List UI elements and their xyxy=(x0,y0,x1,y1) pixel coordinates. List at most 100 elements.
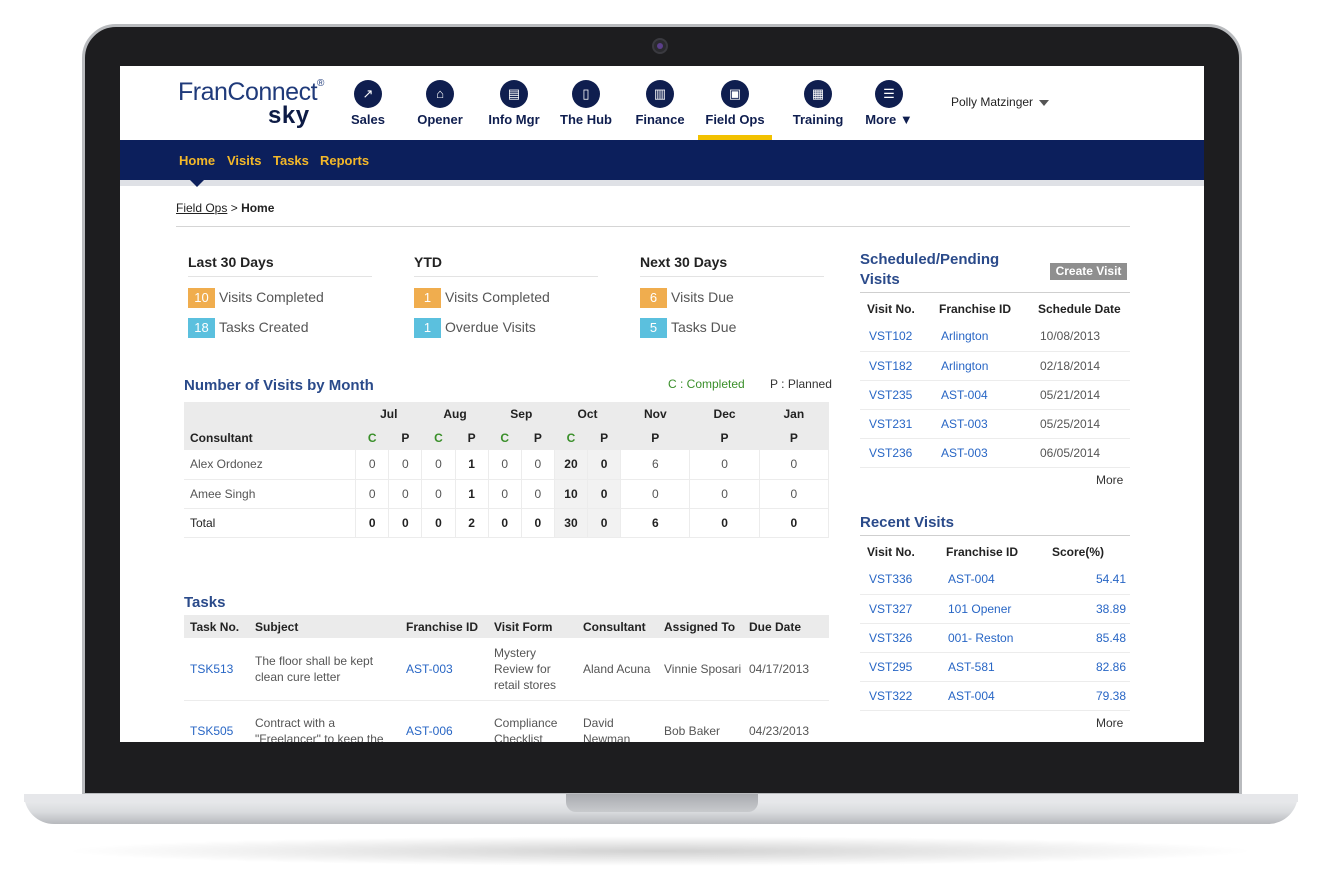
col-visit-no[interactable]: Visit No. xyxy=(860,539,939,565)
count-badge: 5 xyxy=(640,318,667,338)
col-task-no[interactable]: Task No. xyxy=(184,615,249,638)
visit-link[interactable]: VST182 xyxy=(869,359,912,373)
col-franchise-id[interactable]: Franchise ID xyxy=(939,539,1045,565)
col-consultant[interactable]: Consultant xyxy=(577,615,658,638)
table-row: Amee Singh 0 0 0 1 0 0 10 0 0 0 0 xyxy=(184,479,830,508)
visit-link[interactable]: VST231 xyxy=(869,417,912,431)
subnav-reports[interactable]: Reports xyxy=(320,153,369,168)
module-field-ops[interactable]: ▣ Field Ops xyxy=(698,80,772,141)
franchise-link[interactable]: 001- Reston xyxy=(948,631,1013,645)
cell: 0 xyxy=(587,479,622,508)
col-schedule-date[interactable]: Schedule Date xyxy=(1031,296,1130,322)
user-menu[interactable]: Polly Matzinger xyxy=(951,95,1050,109)
task-link[interactable]: TSK505 xyxy=(190,724,233,738)
summary-row[interactable]: 5 Tasks Due xyxy=(640,317,824,338)
franchise-link[interactable]: Arlington xyxy=(941,359,988,373)
legend-completed: C : Completed xyxy=(668,377,745,391)
col-assigned-to[interactable]: Assigned To xyxy=(658,615,743,638)
cell: 0 xyxy=(388,479,423,508)
summary-row[interactable]: 6 Visits Due xyxy=(640,287,824,308)
task-link[interactable]: TSK513 xyxy=(190,662,233,676)
visit-link[interactable]: VST295 xyxy=(869,660,912,674)
recent-more-link[interactable]: More xyxy=(1096,716,1123,730)
laptop-shadow xyxy=(60,836,1260,866)
summary-row[interactable]: 10 Visits Completed xyxy=(188,287,372,308)
module-more[interactable]: ☰ More ▼ xyxy=(864,80,914,138)
visits-legend: C : Completed P : Planned xyxy=(668,377,832,391)
subnav-tasks[interactable]: Tasks xyxy=(273,153,309,168)
subnav-home[interactable]: Home xyxy=(179,153,215,168)
scheduled-more-link[interactable]: More xyxy=(1096,473,1123,487)
chevron-down-icon xyxy=(1039,99,1050,106)
summary-row[interactable]: 1 Visits Completed xyxy=(414,287,598,308)
cell: 0 xyxy=(355,508,390,537)
col-due-date[interactable]: Due Date xyxy=(743,615,829,638)
franchise-link[interactable]: AST-003 xyxy=(406,662,453,676)
field-ops-icon: ▣ xyxy=(721,80,749,108)
col-visit-no[interactable]: Visit No. xyxy=(860,296,932,322)
cell: 0 xyxy=(587,450,622,479)
create-visit-button[interactable]: Create Visit xyxy=(1050,263,1127,280)
franchise-link[interactable]: AST-003 xyxy=(941,417,988,431)
storefront-icon: ⌂ xyxy=(426,80,454,108)
consultant-name: Alex Ordonez xyxy=(184,450,357,479)
visit-link[interactable]: VST326 xyxy=(869,631,912,645)
score-value[interactable]: 79.38 xyxy=(1096,689,1126,703)
cell: 0 xyxy=(759,450,830,479)
subnav-visits[interactable]: Visits xyxy=(227,153,261,168)
franchise-link[interactable]: AST-004 xyxy=(948,572,995,586)
franchise-link[interactable]: 101 Opener xyxy=(948,602,1011,616)
franchise-link[interactable]: AST-004 xyxy=(941,388,988,402)
visit-link[interactable]: VST336 xyxy=(869,572,912,586)
table-row: VST236 AST-003 06/05/2014 xyxy=(860,438,1130,468)
col-visit-form[interactable]: Visit Form xyxy=(488,615,577,638)
module-sales[interactable]: ↗ Sales xyxy=(342,80,394,138)
franchise-link[interactable]: AST-003 xyxy=(941,446,988,460)
score-value[interactable]: 82.86 xyxy=(1096,660,1126,674)
webcam-icon xyxy=(652,38,668,54)
franchise-link[interactable]: AST-581 xyxy=(948,660,995,674)
planned-subheader: P xyxy=(521,425,555,450)
visit-link[interactable]: VST327 xyxy=(869,602,912,616)
franconnect-logo[interactable]: FranConnect® sky xyxy=(178,78,324,129)
visit-link[interactable]: VST236 xyxy=(869,446,912,460)
score-value[interactable]: 85.48 xyxy=(1096,631,1126,645)
planned-subheader: P xyxy=(620,425,690,450)
module-the-hub[interactable]: ▯ The Hub xyxy=(558,80,614,138)
cell: 0 xyxy=(620,479,691,508)
col-subject[interactable]: Subject xyxy=(249,615,400,638)
col-franchise-id[interactable]: Franchise ID xyxy=(400,615,488,638)
col-franchise-id[interactable]: Franchise ID xyxy=(932,296,1031,322)
schedule-date: 05/21/2014 xyxy=(1031,380,1130,410)
table-row: VST327 101 Opener 38.89 xyxy=(860,594,1130,624)
visit-link[interactable]: VST102 xyxy=(869,329,912,343)
cell: 0 xyxy=(587,508,622,537)
franchise-link[interactable]: AST-004 xyxy=(948,689,995,703)
visit-link[interactable]: VST322 xyxy=(869,689,912,703)
col-score[interactable]: Score(%) xyxy=(1045,539,1130,565)
assigned-to: Vinnie Sposari xyxy=(658,638,743,701)
module-finance[interactable]: ▥ Finance xyxy=(632,80,688,138)
table-row: TSK513 The floor shall be kept clean cur… xyxy=(184,638,829,701)
module-info-mgr[interactable]: ▤ Info Mgr xyxy=(484,80,544,138)
score-value[interactable]: 38.89 xyxy=(1096,602,1126,616)
module-opener[interactable]: ⌂ Opener xyxy=(410,80,470,138)
sub-nav: Home Visits Tasks Reports xyxy=(120,140,1204,180)
cell: 0 xyxy=(521,450,555,479)
module-training[interactable]: ▦ Training xyxy=(788,80,848,138)
summary-next-30-days: Next 30 Days 6 Visits Due 5 Tasks Due xyxy=(640,254,824,338)
summary-ytd: YTD 1 Visits Completed 1 Overdue Visits xyxy=(414,254,598,338)
visit-link[interactable]: VST235 xyxy=(869,388,912,402)
cell: 20 xyxy=(554,450,589,479)
completed-subheader: C xyxy=(355,425,389,450)
summary-row[interactable]: 1 Overdue Visits xyxy=(414,317,598,338)
count-badge: 6 xyxy=(640,288,667,308)
tasks-title: Tasks xyxy=(184,594,226,611)
hub-document-icon: ▯ xyxy=(572,80,600,108)
franchise-link[interactable]: AST-006 xyxy=(406,724,453,738)
breadcrumb-field-ops[interactable]: Field Ops xyxy=(176,201,227,215)
summary-row[interactable]: 18 Tasks Created xyxy=(188,317,372,338)
franchise-link[interactable]: Arlington xyxy=(941,329,988,343)
table-row: VST336 AST-004 54.41 xyxy=(860,565,1130,595)
score-value[interactable]: 54.41 xyxy=(1096,572,1126,586)
